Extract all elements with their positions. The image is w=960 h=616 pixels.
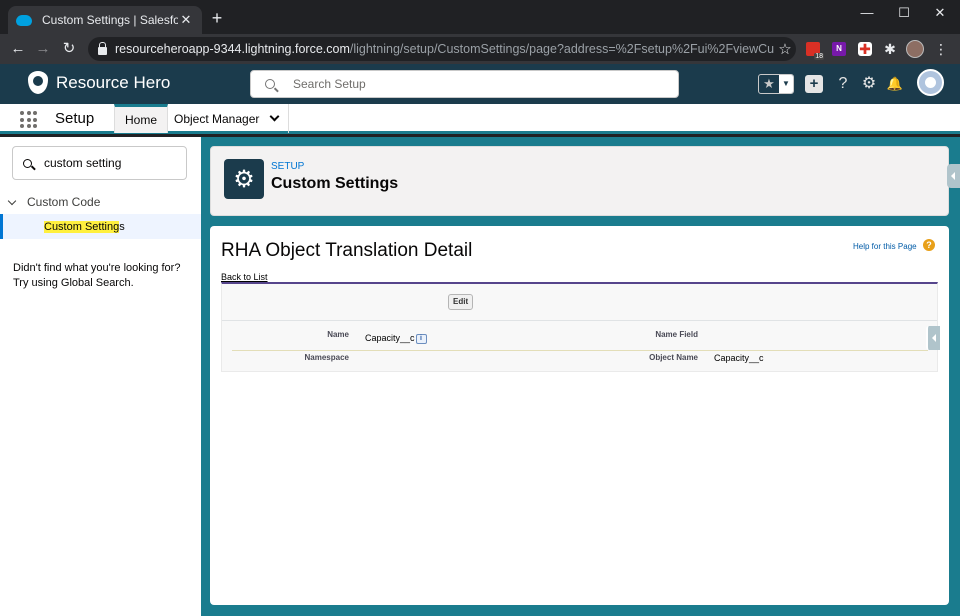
help-question-icon[interactable]: ? [923, 239, 935, 251]
tab-home-label: Home [125, 113, 158, 127]
namespace-label: Namespace [304, 353, 349, 362]
address-bar[interactable]: resourceheroapp-9344.lightning.force.com… [88, 37, 796, 61]
calendar-extension-icon[interactable]: 18 [806, 42, 824, 60]
tree-node-label: Custom Code [27, 195, 101, 209]
quick-find-input[interactable]: custom setting [12, 146, 187, 180]
setup-gear-icon[interactable]: ⚙ [860, 75, 878, 93]
object-name-value: Capacity__c [714, 353, 764, 363]
plus-extension-icon[interactable]: ✚ [858, 42, 872, 56]
url-path: /lightning/setup/CustomSettings/page?add… [349, 42, 774, 56]
minimize-window-button[interactable]: — [857, 5, 877, 20]
button-row: Edit [222, 284, 937, 321]
name-field-label: Name Field [655, 330, 698, 339]
global-header: Resource Hero Search Setup ★ ▼ + ? ⚙ 🔔 [0, 64, 960, 104]
setup-tree-panel: custom setting Custom Code Custom Settin… [0, 137, 201, 616]
chevron-down-icon[interactable] [7, 196, 17, 205]
page-title: Custom Settings [271, 175, 399, 192]
lock-icon[interactable] [98, 42, 107, 55]
global-search-input[interactable]: Search Setup [250, 70, 679, 98]
chevron-down-icon[interactable] [269, 111, 280, 122]
back-to-list-link[interactable]: Back to List [221, 272, 268, 282]
profile-avatar[interactable] [906, 40, 924, 58]
close-window-button[interactable]: ✕ [930, 5, 950, 21]
calendar-badge: 18 [814, 53, 824, 60]
object-name-label: Object Name [649, 353, 698, 362]
reload-button[interactable]: ↻ [59, 39, 79, 59]
new-tab-button[interactable]: + [208, 9, 226, 27]
onenote-extension-icon[interactable]: N [832, 42, 846, 56]
breadcrumb: SETUP [271, 161, 305, 172]
browser-tab-title: Custom Settings | Salesforce [42, 13, 178, 27]
close-tab-icon[interactable]: ✕ [178, 12, 194, 28]
favorite-star-icon[interactable]: ★ [759, 75, 779, 93]
browser-tab[interactable]: Custom Settings | Salesforce ✕ [8, 6, 202, 34]
salesforce-cloud-icon [16, 14, 32, 26]
info-icon[interactable]: i [415, 334, 427, 344]
name-label: Name [327, 330, 349, 339]
detail-section: Edit Name Capacity__c i Name Field Namesp… [221, 282, 938, 372]
maximize-window-button[interactable]: ☐ [894, 5, 914, 21]
bookmark-star-icon[interactable]: ☆ [774, 40, 796, 58]
extensions-puzzle-icon[interactable]: ✱ [883, 42, 897, 56]
logo-text: Resource Hero [56, 72, 171, 92]
help-for-page-link[interactable]: Help for this Page [853, 242, 917, 251]
search-icon [23, 158, 32, 168]
tab-object-manager-label: Object Manager [174, 111, 260, 126]
not-found-hint: Didn't find what you're looking for? Try… [13, 262, 181, 289]
back-button[interactable]: ← [8, 39, 28, 59]
app-launcher-icon[interactable] [20, 111, 37, 128]
browser-toolbar: ← → ↻ resourceheroapp-9344.lightning.for… [0, 34, 960, 64]
browser-menu-icon[interactable]: ⋮ [934, 40, 948, 58]
tab-home[interactable]: Home [114, 104, 169, 133]
help-icon[interactable]: ? [834, 75, 852, 93]
tree-item-custom-settings[interactable]: Custom Setting s [0, 214, 201, 239]
search-icon [265, 79, 275, 89]
tree-item-label-rest: s [119, 220, 125, 233]
notifications-bell-icon[interactable]: 🔔 [886, 75, 904, 93]
edit-button[interactable]: Edit [448, 294, 474, 310]
app-name: Setup [55, 110, 95, 127]
user-avatar[interactable] [917, 69, 944, 96]
quick-find-value: custom setting [44, 156, 122, 170]
url-host: resourceheroapp-9344.lightning.force.com [115, 42, 350, 56]
favorites-dropdown-icon[interactable]: ▼ [779, 75, 793, 93]
forward-button[interactable]: → [33, 39, 53, 59]
name-value-text: Capacity__c [365, 333, 415, 343]
tree-node-custom-code[interactable]: Custom Code [7, 195, 101, 209]
row-divider [232, 350, 928, 351]
search-highlight: Custom Setting [44, 220, 120, 233]
shield-logo-icon [28, 71, 48, 94]
detail-title: RHA Object Translation Detail [221, 240, 473, 261]
side-panel-handle[interactable] [926, 326, 940, 350]
browser-tab-strip: Custom Settings | Salesforce ✕ + — ☐ ✕ [0, 0, 960, 34]
detail-card: RHA Object Translation Detail Help for t… [210, 226, 949, 605]
name-value: Capacity__c i [365, 333, 427, 344]
collapse-panel-handle[interactable] [947, 164, 960, 188]
gear-icon: ⚙ [224, 159, 264, 199]
favorites-button-group: ★ ▼ [758, 74, 794, 94]
search-placeholder: Search Setup [293, 77, 366, 91]
context-nav-bar: Setup Home Object Manager [0, 104, 960, 134]
app-logo[interactable]: Resource Hero [28, 71, 170, 94]
setup-page-header: ⚙ SETUP Custom Settings [210, 146, 949, 216]
tab-object-manager[interactable]: Object Manager [164, 104, 290, 133]
global-add-icon[interactable]: + [805, 75, 823, 93]
